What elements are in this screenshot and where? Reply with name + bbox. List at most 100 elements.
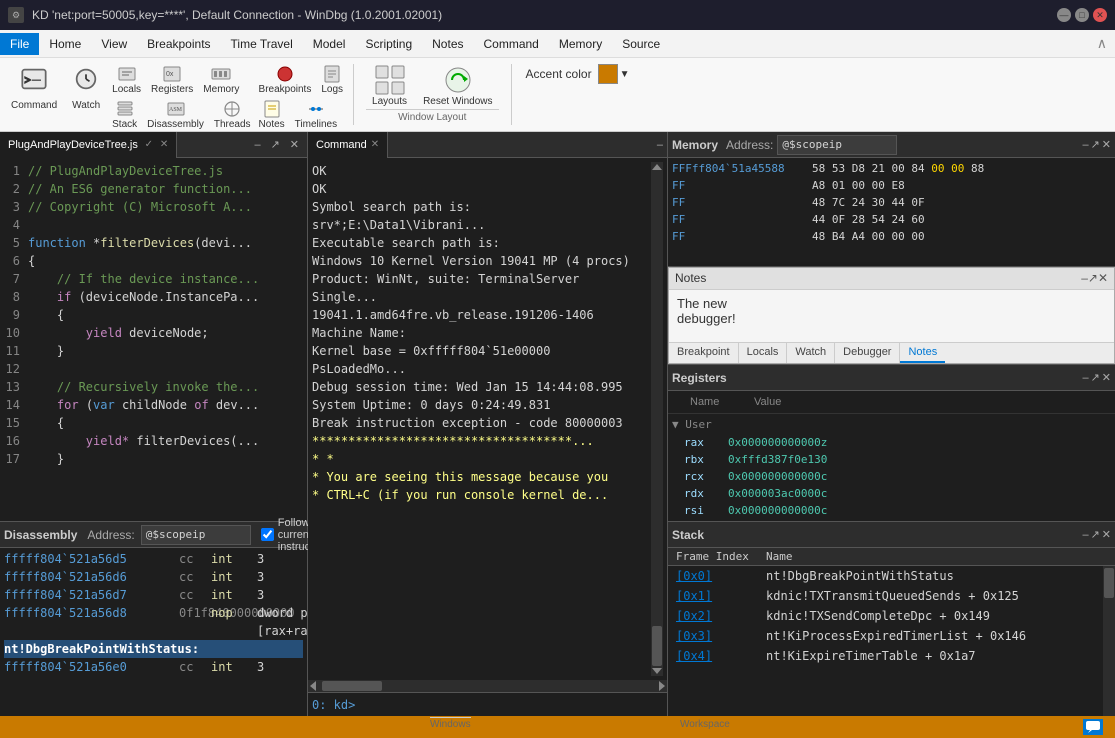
editor-tab-close-icon[interactable]: ✓ [142, 138, 156, 152]
memory-close-button[interactable]: ✕ [1102, 138, 1111, 151]
ribbon-timelines-button[interactable]: Timelines [291, 97, 341, 132]
line-number: 17 [0, 450, 28, 468]
menu-model[interactable]: Model [303, 33, 356, 55]
notes-tab-locals[interactable]: Locals [739, 343, 788, 363]
menu-breakpoints[interactable]: Breakpoints [137, 33, 220, 55]
reg-name-rcx: rcx [668, 468, 728, 485]
stack-frame-2[interactable]: [0x2] [676, 606, 766, 626]
scroll-thumb[interactable] [652, 626, 662, 666]
ribbon: > Command Watch [0, 58, 1115, 132]
editor-popout-button[interactable]: ↗ [267, 136, 284, 153]
stack-frame-4[interactable]: [0x4] [676, 646, 766, 666]
disasm-mnem: int [207, 568, 257, 586]
memory-address-input[interactable] [777, 135, 897, 155]
stack-popout-button[interactable]: ↗ [1091, 528, 1100, 541]
editor-tab-js[interactable]: PlugAndPlayDeviceTree.js ✓ ✕ [0, 132, 177, 158]
editor-close-pane-button[interactable]: ✕ [286, 136, 303, 153]
ribbon-layouts-button[interactable]: Layouts [366, 62, 413, 109]
stack-name-2: kdnic!TXSendCompleteDpc + 0x149 [766, 606, 990, 626]
scroll-left-icon[interactable] [310, 681, 316, 691]
reg-name-rsi: rsi [668, 502, 728, 519]
hscroll-thumb[interactable] [322, 681, 382, 691]
menu-command[interactable]: Command [474, 33, 549, 55]
command-tab-close-icon[interactable]: ✕ [371, 139, 379, 150]
code-line: 4 [0, 216, 307, 234]
notes-panel-close-button[interactable]: ✕ [1098, 271, 1108, 285]
ribbon-registers-button[interactable]: 0x Registers [147, 62, 197, 97]
notes-panel-popout-button[interactable]: ↗ [1088, 271, 1098, 285]
memory-popout-button[interactable]: ↗ [1091, 138, 1100, 151]
memory-minimize-button[interactable]: – [1082, 138, 1088, 151]
minimize-button[interactable]: — [1057, 8, 1071, 22]
scroll-down-icon[interactable] [652, 668, 662, 674]
maximize-button[interactable]: □ [1075, 8, 1089, 22]
notes-panel-minimize-button[interactable]: – [1081, 271, 1088, 285]
notes-tab-breakpoint[interactable]: Breakpoint [669, 343, 739, 363]
notes-tab-notes[interactable]: Notes [900, 343, 945, 363]
close-button[interactable]: ✕ [1093, 8, 1107, 22]
ribbon-stack-button[interactable]: Stack [108, 97, 141, 132]
command-minimize-button[interactable]: – [657, 139, 663, 151]
editor-minimize-button[interactable]: – [250, 137, 264, 153]
stack-close-button[interactable]: ✕ [1102, 528, 1111, 541]
stack-frame-0[interactable]: [0x0] [676, 566, 766, 586]
ribbon-watch-button[interactable]: Watch [64, 60, 108, 116]
reg-value-rax: 0x000000000000z [728, 434, 827, 451]
stack-pane: Stack – ↗ ✕ Frame Index Name [0x0] [668, 521, 1115, 716]
menu-scripting[interactable]: Scripting [355, 33, 422, 55]
registers-minimize-button[interactable]: – [1082, 371, 1088, 384]
ribbon-logs-button[interactable]: Logs [317, 62, 347, 97]
title-bar-controls: — □ ✕ [1057, 8, 1107, 22]
scroll-right-icon[interactable] [659, 681, 665, 691]
ribbon-memory-small-button[interactable]: Memory [199, 62, 243, 97]
reg-name-rdx: rdx [668, 485, 728, 502]
stack-scrollbar-thumb[interactable] [1104, 568, 1114, 598]
left-panel: PlugAndPlayDeviceTree.js ✓ ✕ – ↗ ✕ 1 // … [0, 132, 308, 716]
stack-minimize-button[interactable]: – [1082, 528, 1088, 541]
editor-tab-modified-icon[interactable]: ✕ [160, 139, 168, 150]
stack-frame-1[interactable]: [0x1] [676, 586, 766, 606]
disasm-line: fffff804`521a56d7 cc int 3 [4, 586, 303, 604]
ribbon-logs-label: Logs [321, 84, 343, 95]
stack-scrollbar [1103, 566, 1115, 716]
registers-popout-button[interactable]: ↗ [1091, 371, 1100, 384]
menu-notes[interactable]: Notes [422, 33, 473, 55]
disassembly-address-input[interactable] [141, 525, 251, 545]
ribbon-notes-button[interactable]: Notes [255, 97, 289, 132]
command-input[interactable] [359, 698, 663, 712]
disasm-mnem: int [207, 658, 257, 676]
scroll-up-icon[interactable] [652, 164, 662, 170]
menu-time-travel[interactable]: Time Travel [221, 33, 303, 55]
menu-view[interactable]: View [91, 33, 137, 55]
registers-close-button[interactable]: ✕ [1102, 371, 1111, 384]
ribbon-breakpoints-button[interactable]: Breakpoints [255, 62, 316, 97]
ribbon-reset-windows-button[interactable]: Reset Windows [417, 62, 498, 109]
stack-frame-3[interactable]: [0x3] [676, 626, 766, 646]
ribbon-collapse-button[interactable]: ∧ [1097, 35, 1115, 52]
menu-memory[interactable]: Memory [549, 33, 612, 55]
disasm-bytes: cc [179, 658, 207, 676]
ribbon-separator-1 [353, 64, 354, 125]
ribbon-command-button[interactable]: > Command [4, 60, 64, 116]
ribbon-disassembly-button[interactable]: ASM Disassembly [143, 97, 208, 132]
stack-name-4: nt!KiExpireTimerTable + 0x1a7 [766, 646, 976, 666]
line-code: for (var childNode of dev... [28, 396, 259, 414]
ribbon-locals-button[interactable]: Locals [108, 62, 145, 97]
code-line: 6 { [0, 252, 307, 270]
stack-row: [0x4] nt!KiExpireTimerTable + 0x1a7 [668, 646, 1103, 666]
menu-file[interactable]: File [0, 33, 39, 55]
ribbon-window-layout-label: Window Layout [366, 109, 499, 123]
ribbon-threads-button[interactable]: Threads [210, 97, 255, 132]
status-chat-button[interactable] [1083, 719, 1103, 735]
menu-source[interactable]: Source [612, 33, 670, 55]
command-tab[interactable]: Command ✕ [308, 132, 388, 158]
notes-tab-debugger[interactable]: Debugger [835, 343, 900, 363]
code-line: 10 yield deviceNode; [0, 324, 307, 342]
mem-addr: FF [672, 194, 812, 211]
follow-instruction-checkbox[interactable] [261, 528, 274, 541]
line-number: 10 [0, 324, 28, 342]
menu-home[interactable]: Home [39, 33, 91, 55]
cmd-line: Executable search path is: [312, 234, 651, 252]
notes-tab-watch[interactable]: Watch [787, 343, 835, 363]
accent-color-picker[interactable]: ▼ [598, 64, 630, 84]
